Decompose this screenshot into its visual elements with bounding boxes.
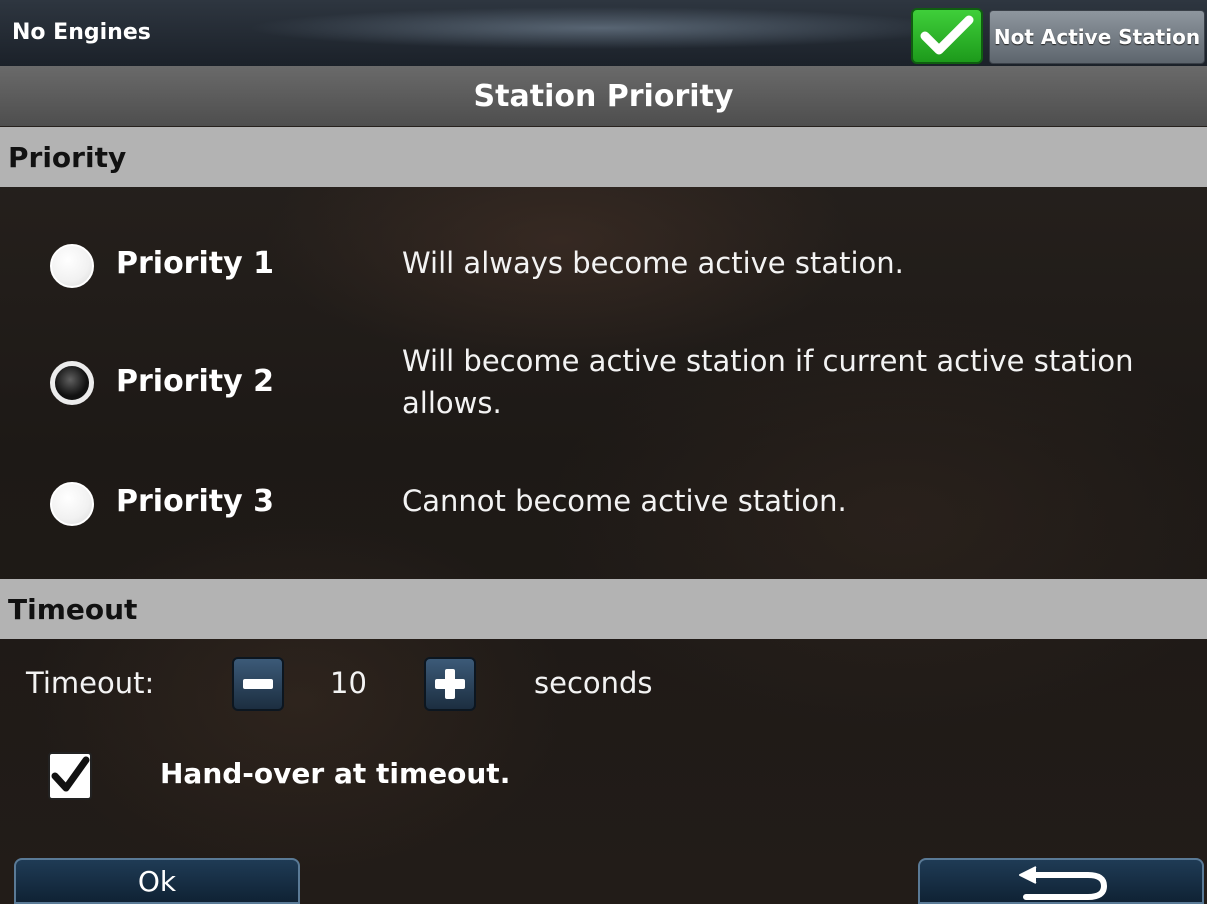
radio-priority-3[interactable] [50, 482, 94, 526]
priority-3-description: Cannot become active station. [402, 484, 847, 518]
priority-2-description: Will become active station if current ac… [402, 344, 1134, 420]
handover-checkbox[interactable] [48, 752, 92, 800]
priority-2-label: Priority 2 [116, 364, 274, 399]
timeout-section-header: Timeout [0, 579, 1207, 639]
top-status-bar: No Engines Not Active Station [0, 0, 1207, 67]
checkmark-icon [51, 756, 90, 792]
handover-label: Hand-over at timeout. [160, 757, 511, 790]
page-title: Station Priority [0, 66, 1207, 126]
priority-option-3[interactable]: Priority 3 Cannot become active station. [0, 448, 1207, 578]
status-check-button[interactable] [911, 8, 983, 64]
timeout-decrement-button[interactable] [232, 657, 284, 711]
ok-button[interactable]: Ok [14, 858, 300, 904]
timeout-increment-button[interactable] [424, 657, 476, 711]
timeout-unit: seconds [534, 666, 653, 700]
engines-status-label: No Engines [12, 20, 151, 45]
priority-option-2[interactable]: Priority 2 Will become active station if… [0, 318, 1207, 448]
radio-priority-1[interactable] [50, 244, 94, 288]
timeout-label: Timeout: [26, 666, 155, 700]
priority-1-label: Priority 1 [116, 246, 274, 281]
priority-option-1[interactable]: Priority 1 Will always become active sta… [0, 188, 1207, 318]
radio-priority-2[interactable] [50, 361, 94, 405]
timeout-value: 10 [330, 666, 367, 700]
station-priority-screen: No Engines Not Active Station Station Pr… [0, 0, 1207, 904]
check-icon [920, 15, 974, 55]
return-arrow-icon [1019, 866, 1108, 900]
priority-3-label: Priority 3 [116, 484, 274, 519]
back-button[interactable] [918, 858, 1204, 904]
priority-1-description: Will always become active station. [402, 246, 904, 280]
not-active-station-button[interactable]: Not Active Station [989, 10, 1205, 64]
priority-section-header: Priority [0, 127, 1207, 187]
